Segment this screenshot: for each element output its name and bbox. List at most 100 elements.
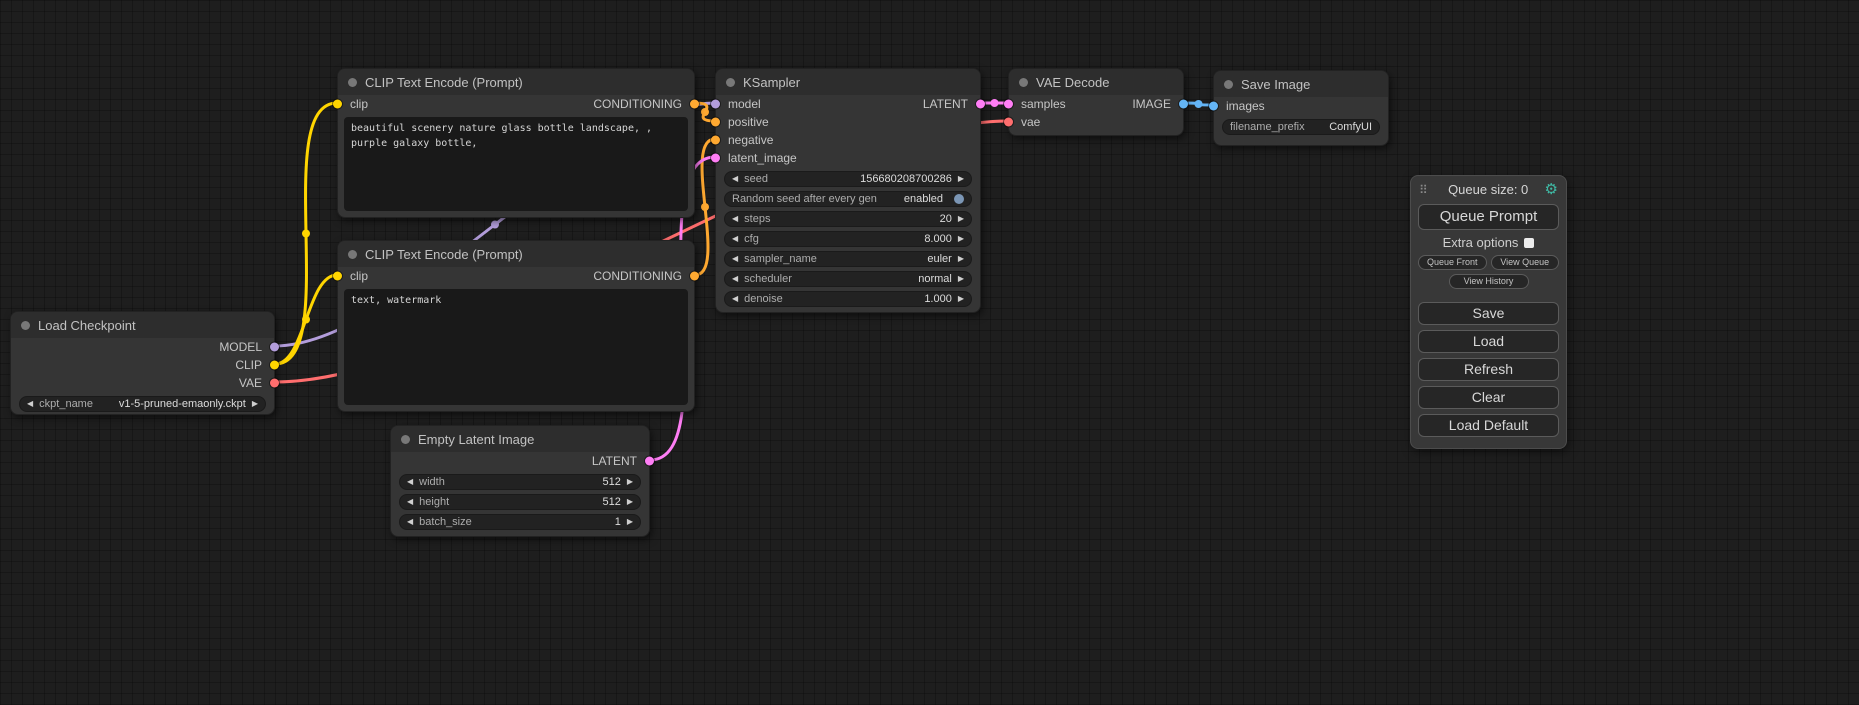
latent-output-port[interactable] bbox=[645, 457, 654, 466]
node-graph-canvas[interactable]: Load Checkpoint MODEL CLIP VAE ◀ ckpt_na… bbox=[0, 0, 1859, 705]
save-button[interactable]: Save bbox=[1418, 302, 1559, 325]
widget-sampler-name[interactable]: ◀ sampler_name euler ▶ bbox=[724, 251, 972, 267]
arrow-right-icon[interactable]: ▶ bbox=[958, 255, 964, 263]
node-ksampler[interactable]: KSampler LATENT model positive negative … bbox=[715, 68, 981, 313]
model-input-port[interactable] bbox=[711, 100, 720, 109]
positive-input-port[interactable] bbox=[711, 118, 720, 127]
node-clip-text-encode-negative[interactable]: CLIP Text Encode (Prompt) clip CONDITION… bbox=[337, 240, 695, 412]
conditioning-output-port[interactable] bbox=[690, 272, 699, 281]
model-output-port[interactable] bbox=[270, 343, 279, 352]
arrow-right-icon[interactable]: ▶ bbox=[627, 518, 633, 526]
node-title: Save Image bbox=[1241, 77, 1310, 92]
input-slot-latent-image: latent_image bbox=[716, 149, 980, 167]
widget-denoise[interactable]: ◀ denoise 1.000 ▶ bbox=[724, 291, 972, 307]
prompt-textarea[interactable]: text, watermark bbox=[344, 289, 688, 405]
input-slot-vae: vae bbox=[1009, 113, 1183, 131]
widget-scheduler[interactable]: ◀ scheduler normal ▶ bbox=[724, 271, 972, 287]
arrow-left-icon[interactable]: ◀ bbox=[732, 215, 738, 223]
node-title: VAE Decode bbox=[1036, 75, 1109, 90]
arrow-right-icon[interactable]: ▶ bbox=[252, 400, 258, 408]
arrow-left-icon[interactable]: ◀ bbox=[407, 518, 413, 526]
input-slot-images: images bbox=[1214, 97, 1388, 115]
output-slot-clip: CLIP bbox=[11, 356, 274, 374]
drag-handle-icon[interactable]: ⠿ bbox=[1419, 183, 1428, 197]
node-clip-text-encode-positive[interactable]: CLIP Text Encode (Prompt) clip CONDITION… bbox=[337, 68, 695, 218]
node-title-bar[interactable]: Empty Latent Image bbox=[391, 426, 649, 452]
toggle-knob-icon[interactable] bbox=[954, 194, 964, 204]
output-slot-latent: LATENT bbox=[391, 452, 649, 470]
samples-input-port[interactable] bbox=[1004, 100, 1013, 109]
arrow-right-icon[interactable]: ▶ bbox=[958, 275, 964, 283]
node-load-checkpoint[interactable]: Load Checkpoint MODEL CLIP VAE ◀ ckpt_na… bbox=[10, 311, 275, 415]
clip-output-port[interactable] bbox=[270, 361, 279, 370]
vae-output-port[interactable] bbox=[270, 379, 279, 388]
node-empty-latent-image[interactable]: Empty Latent Image LATENT ◀ width 512 ▶ … bbox=[390, 425, 650, 537]
arrow-left-icon[interactable]: ◀ bbox=[732, 275, 738, 283]
widget-width[interactable]: ◀ width 512 ▶ bbox=[399, 474, 641, 490]
widget-random-seed-toggle[interactable]: Random seed after every gen enabled bbox=[724, 191, 972, 207]
arrow-left-icon[interactable]: ◀ bbox=[732, 235, 738, 243]
node-title: KSampler bbox=[743, 75, 800, 90]
arrow-left-icon[interactable]: ◀ bbox=[407, 498, 413, 506]
queue-front-button[interactable]: Queue Front bbox=[1418, 255, 1487, 270]
collapse-dot-icon[interactable] bbox=[348, 78, 357, 87]
node-save-image[interactable]: Save Image images filename_prefix ComfyU… bbox=[1213, 70, 1389, 146]
settings-gear-icon[interactable]: ⚙ bbox=[1545, 182, 1558, 197]
view-history-button[interactable]: View History bbox=[1449, 274, 1529, 289]
output-slot-vae: VAE bbox=[11, 374, 274, 392]
arrow-right-icon[interactable]: ▶ bbox=[627, 478, 633, 486]
input-slot-samples: samples bbox=[1009, 95, 1183, 113]
clear-button[interactable]: Clear bbox=[1418, 386, 1559, 409]
widget-steps[interactable]: ◀ steps 20 ▶ bbox=[724, 211, 972, 227]
extra-options-checkbox[interactable] bbox=[1524, 238, 1534, 248]
input-slot-positive: positive bbox=[716, 113, 980, 131]
arrow-right-icon[interactable]: ▶ bbox=[958, 235, 964, 243]
collapse-dot-icon[interactable] bbox=[1224, 80, 1233, 89]
arrow-left-icon[interactable]: ◀ bbox=[27, 400, 33, 408]
collapse-dot-icon[interactable] bbox=[401, 435, 410, 444]
node-title-bar[interactable]: VAE Decode bbox=[1009, 69, 1183, 95]
vae-input-port[interactable] bbox=[1004, 118, 1013, 127]
node-title-bar[interactable]: KSampler bbox=[716, 69, 980, 95]
images-input-port[interactable] bbox=[1209, 102, 1218, 111]
prompt-textarea[interactable]: beautiful scenery nature glass bottle la… bbox=[344, 117, 688, 211]
arrow-left-icon[interactable]: ◀ bbox=[732, 295, 738, 303]
refresh-button[interactable]: Refresh bbox=[1418, 358, 1559, 381]
latent-image-input-port[interactable] bbox=[711, 154, 720, 163]
arrow-right-icon[interactable]: ▶ bbox=[958, 175, 964, 183]
collapse-dot-icon[interactable] bbox=[21, 321, 30, 330]
node-vae-decode[interactable]: VAE Decode IMAGE samples vae bbox=[1008, 68, 1184, 136]
extra-options-label: Extra options bbox=[1443, 235, 1519, 250]
node-title-bar[interactable]: Load Checkpoint bbox=[11, 312, 274, 338]
view-queue-button[interactable]: View Queue bbox=[1491, 255, 1560, 270]
load-button[interactable]: Load bbox=[1418, 330, 1559, 353]
input-slot-negative: negative bbox=[716, 131, 980, 149]
clip-input-port[interactable] bbox=[333, 100, 342, 109]
collapse-dot-icon[interactable] bbox=[1019, 78, 1028, 87]
widget-seed[interactable]: ◀ seed 156680208700286 ▶ bbox=[724, 171, 972, 187]
arrow-right-icon[interactable]: ▶ bbox=[958, 215, 964, 223]
collapse-dot-icon[interactable] bbox=[348, 250, 357, 259]
load-default-button[interactable]: Load Default bbox=[1418, 414, 1559, 437]
negative-input-port[interactable] bbox=[711, 136, 720, 145]
clip-input-port[interactable] bbox=[333, 272, 342, 281]
queue-prompt-button[interactable]: Queue Prompt bbox=[1418, 204, 1559, 230]
conditioning-output-port[interactable] bbox=[690, 100, 699, 109]
widget-cfg[interactable]: ◀ cfg 8.000 ▶ bbox=[724, 231, 972, 247]
output-slot-model: MODEL bbox=[11, 338, 274, 356]
widget-ckpt-name[interactable]: ◀ ckpt_name v1-5-pruned-emaonly.ckpt ▶ bbox=[19, 396, 266, 412]
arrow-left-icon[interactable]: ◀ bbox=[732, 175, 738, 183]
arrow-left-icon[interactable]: ◀ bbox=[732, 255, 738, 263]
widget-filename-prefix[interactable]: filename_prefix ComfyUI bbox=[1222, 119, 1380, 135]
collapse-dot-icon[interactable] bbox=[726, 78, 735, 87]
slot-row: clip CONDITIONING bbox=[338, 95, 694, 113]
widget-height[interactable]: ◀ height 512 ▶ bbox=[399, 494, 641, 510]
node-title: Empty Latent Image bbox=[418, 432, 534, 447]
arrow-left-icon[interactable]: ◀ bbox=[407, 478, 413, 486]
widget-batch-size[interactable]: ◀ batch_size 1 ▶ bbox=[399, 514, 641, 530]
node-title-bar[interactable]: CLIP Text Encode (Prompt) bbox=[338, 69, 694, 95]
node-title-bar[interactable]: Save Image bbox=[1214, 71, 1388, 97]
node-title-bar[interactable]: CLIP Text Encode (Prompt) bbox=[338, 241, 694, 267]
arrow-right-icon[interactable]: ▶ bbox=[958, 295, 964, 303]
arrow-right-icon[interactable]: ▶ bbox=[627, 498, 633, 506]
